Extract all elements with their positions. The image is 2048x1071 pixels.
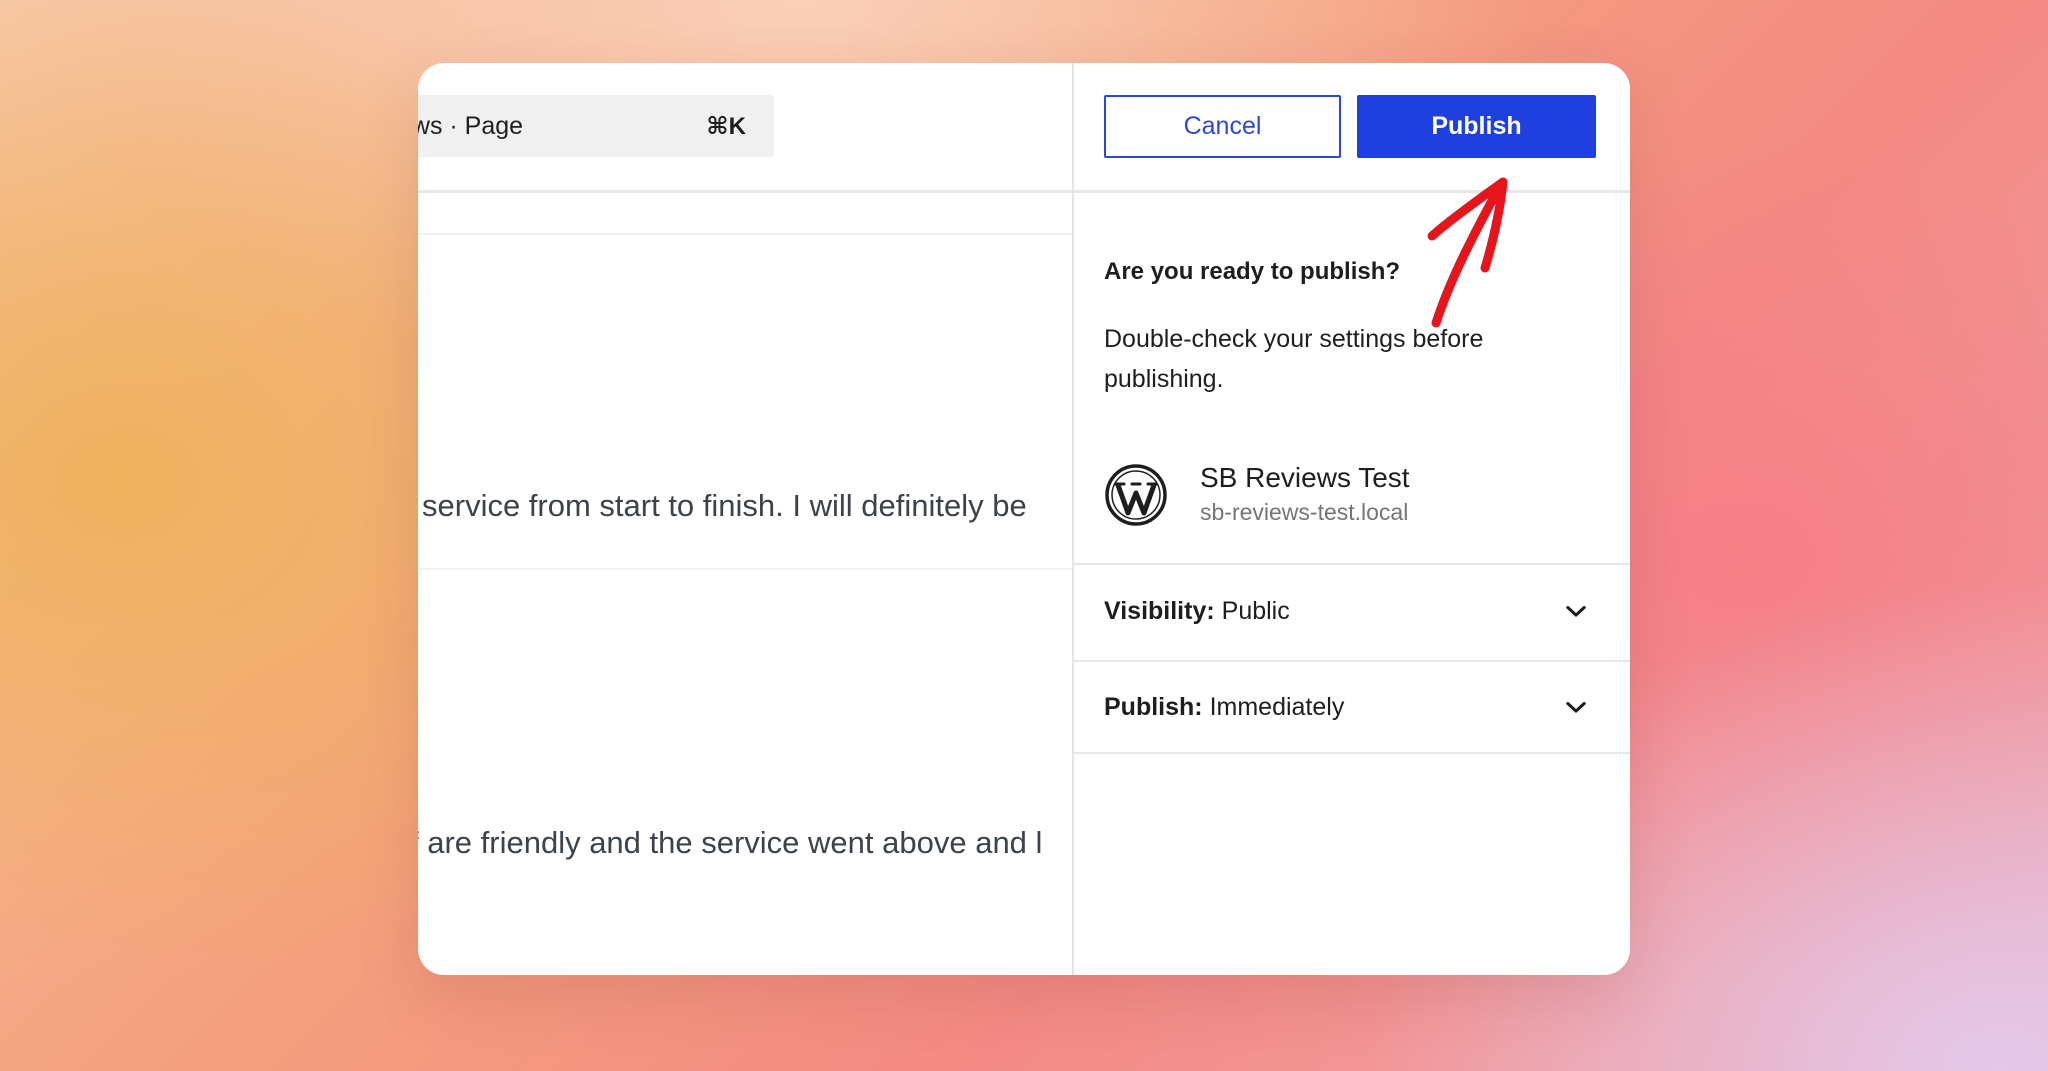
document-title: ews · Page <box>418 111 524 140</box>
publish-description: Double-check your settings before publis… <box>1104 325 1484 393</box>
block-divider <box>418 568 1072 570</box>
publish-button[interactable]: Publish <box>1357 95 1596 158</box>
chevron-down-icon[interactable] <box>1562 693 1590 721</box>
review-paragraph[interactable]: f are friendly and the service went abov… <box>418 825 1042 861</box>
visibility-value: Public <box>1221 596 1290 625</box>
publish-heading: Are you ready to publish? <box>1104 258 1401 285</box>
publish-panel-header: Cancel Publish <box>1074 63 1630 193</box>
site-name: SB Reviews Test <box>1200 462 1410 493</box>
visibility-label: Visibility: <box>1104 596 1215 625</box>
toolbar-divider <box>418 233 1072 235</box>
visibility-setting: Visibility: Public <box>1104 597 1290 626</box>
site-details: SB Reviews Test sb-reviews-test.local <box>1200 461 1410 529</box>
publish-schedule-toggle[interactable]: Publish: Immediately <box>1074 660 1630 754</box>
publish-schedule-value: Immediately <box>1209 692 1345 721</box>
review-paragraph[interactable]: service from start to finish. I will def… <box>422 488 1027 524</box>
site-url: sb-reviews-test.local <box>1200 499 1409 525</box>
publish-schedule-label: Publish: <box>1104 692 1203 721</box>
wordpress-logo-icon <box>1105 464 1167 526</box>
publish-panel: Cancel Publish Are you ready to publish?… <box>1074 63 1630 975</box>
keyboard-shortcut: ⌘K <box>706 112 746 140</box>
site-info: SB Reviews Test sb-reviews-test.local <box>1104 461 1410 529</box>
editor-window: ews · Page ⌘K service from start to fini… <box>418 63 1630 975</box>
header-divider <box>418 190 1072 193</box>
cancel-button[interactable]: Cancel <box>1104 95 1341 158</box>
chevron-down-icon[interactable] <box>1562 597 1590 625</box>
editor-canvas: ews · Page ⌘K service from start to fini… <box>418 63 1072 975</box>
visibility-toggle[interactable]: Visibility: Public <box>1074 563 1630 657</box>
command-palette-bar[interactable]: ews · Page ⌘K <box>418 95 774 157</box>
publish-schedule-setting: Publish: Immediately <box>1104 693 1344 722</box>
